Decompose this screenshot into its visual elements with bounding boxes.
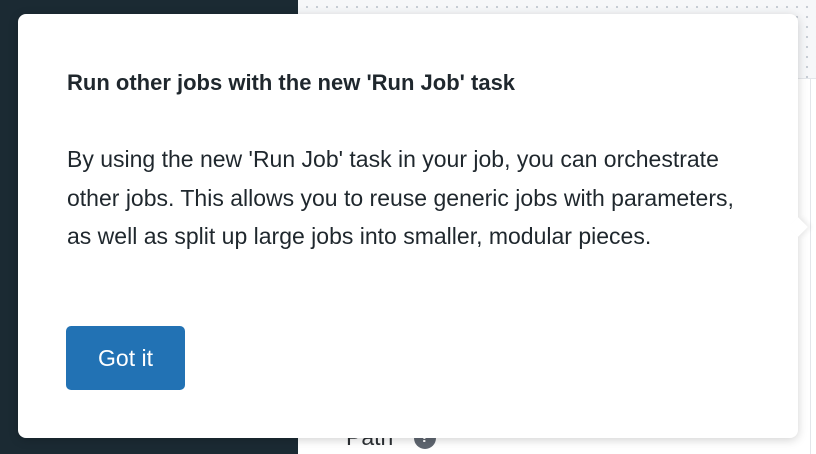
panel-border [810,78,811,454]
feature-announcement-popover: Run other jobs with the new 'Run Job' ta… [18,14,808,438]
got-it-button[interactable]: Got it [66,326,185,390]
app-stage: Path * ? Run other jobs with the new 'Ru… [0,0,816,454]
popover-title: Run other jobs with the new 'Run Job' ta… [67,70,516,95]
popover-body: By using the new 'Run Job' task in your … [67,146,734,249]
